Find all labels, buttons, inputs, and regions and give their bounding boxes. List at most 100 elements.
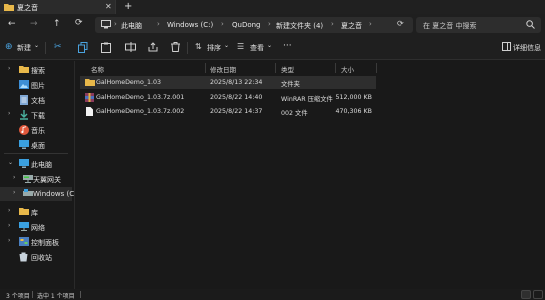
chevron-right-icon: ›: [157, 20, 160, 28]
copy-icon[interactable]: [78, 42, 88, 55]
downloads-icon: [19, 110, 29, 122]
up-icon[interactable]: ↑: [53, 19, 61, 29]
search-placeholder: 在 夏之音 中搜索: [423, 22, 477, 30]
network-drive-icon: [23, 174, 33, 185]
chevron-down-icon[interactable]: ⌄: [8, 159, 13, 166]
back-icon[interactable]: ←: [8, 19, 16, 29]
file-modified: 2025/8/22 14:37: [210, 108, 263, 115]
chevron-right-icon[interactable]: ›: [8, 222, 10, 229]
refresh-icon[interactable]: ⟳: [75, 18, 83, 28]
new-button[interactable]: 新建: [17, 43, 31, 53]
chevron-right-icon[interactable]: ›: [8, 207, 10, 214]
sidebar-item-label: 网络: [31, 224, 45, 232]
sort-icon: ⇅: [195, 42, 202, 51]
address-bar[interactable]: › 此电脑 › Windows (C:) › QuDong › 新建文件夹 (4…: [95, 17, 413, 33]
desktop-icon: [19, 140, 29, 151]
recycle-bin-icon: [19, 252, 28, 264]
sidebar-item-label: 音乐: [31, 127, 45, 135]
view-icon: ☰: [237, 42, 245, 51]
sidebar-item-pictures[interactable]: 图片: [0, 78, 72, 92]
winrar-archive-icon: [85, 93, 94, 104]
sidebar-item-library[interactable]: › 库: [0, 205, 72, 219]
column-header-name[interactable]: 名称: [91, 64, 104, 74]
sidebar-item-desktop[interactable]: 桌面: [0, 138, 72, 152]
search-icon: [526, 20, 535, 31]
sidebar-item-label: 回收站: [31, 254, 52, 262]
file-name: GalHomeDemo_1.03.7z.001: [96, 94, 185, 101]
sidebar-item-label: 控制面板: [31, 239, 59, 247]
more-options-button[interactable]: ···: [283, 41, 292, 51]
file-type: WinRAR 压缩文件: [281, 96, 333, 103]
sidebar-item-label: 库: [31, 209, 38, 217]
chevron-down-icon: ⌄: [34, 42, 40, 49]
paste-icon[interactable]: [101, 42, 111, 55]
divider: [4, 153, 68, 154]
sidebar-item-search[interactable]: › 搜索: [0, 63, 72, 77]
status-bar: 3 个项目 选中 1 个项目: [0, 289, 545, 300]
sidebar-item-windows-c[interactable]: › Windows (C: [0, 187, 74, 201]
sidebar-item-downloads[interactable]: › 下载: [0, 108, 72, 122]
share-icon[interactable]: [148, 42, 158, 54]
chevron-right-icon[interactable]: ›: [8, 110, 10, 117]
forward-icon[interactable]: →: [30, 19, 38, 29]
file-size: 512,000 KB: [335, 94, 373, 101]
close-icon[interactable]: ✕: [105, 2, 112, 11]
breadcrumb-item[interactable]: 夏之音: [341, 21, 362, 31]
file-type: 文件夹: [281, 81, 300, 88]
chevron-right-icon[interactable]: ›: [13, 189, 15, 196]
sidebar-item-this-pc[interactable]: ⌄ 此电脑: [0, 157, 72, 171]
details-view-icon[interactable]: [521, 290, 531, 299]
chevron-right-icon[interactable]: ›: [13, 174, 15, 181]
breadcrumb-item[interactable]: 新建文件夹 (4): [276, 21, 323, 31]
file-name: GalHomeDemo_1.03.7z.002: [96, 108, 185, 115]
documents-icon: [20, 95, 28, 107]
sort-button[interactable]: 排序: [207, 43, 221, 53]
sidebar-item-label: 搜索: [31, 67, 45, 75]
column-header-size[interactable]: 大小: [341, 64, 354, 74]
file-row[interactable]: GalHomeDemo_1.03.7z.002 2025/8/22 14:37 …: [80, 105, 376, 118]
sidebar-item-network[interactable]: › 网络: [0, 220, 72, 234]
chevron-right-icon: ›: [114, 20, 117, 28]
tiles-view-icon[interactable]: [533, 290, 543, 299]
chevron-right-icon[interactable]: ›: [8, 65, 10, 72]
sidebar-item-label: 桌面: [31, 142, 45, 150]
new-icon: ⊕: [5, 42, 13, 52]
breadcrumb-item[interactable]: QuDong: [232, 21, 261, 29]
file-icon: [86, 107, 93, 118]
sidebar-item-music[interactable]: 音乐: [0, 123, 72, 137]
column-header-modified[interactable]: 修改日期: [210, 64, 236, 74]
sidebar-item-documents[interactable]: 文档: [0, 93, 72, 107]
file-modified: 2025/8/13 22:34: [210, 79, 263, 86]
breadcrumb-item[interactable]: 此电脑: [121, 21, 142, 31]
sidebar-item-network-drive[interactable]: › 天翼网关: [0, 172, 72, 186]
sidebar-item-control-panel[interactable]: › 控制面板: [0, 235, 72, 249]
file-row[interactable]: GalHomeDemo_1.03.7z.001 2025/8/22 14:40 …: [80, 91, 376, 104]
chevron-right-icon[interactable]: ›: [8, 237, 10, 244]
cut-icon[interactable]: ✂: [54, 42, 62, 52]
pane-divider[interactable]: [74, 61, 75, 289]
plus-icon[interactable]: +: [124, 1, 132, 12]
refresh-icon[interactable]: ⟳: [397, 19, 404, 28]
chevron-right-icon: ›: [221, 20, 224, 28]
rename-icon[interactable]: [125, 42, 136, 54]
file-name: GalHomeDemo_1.03: [96, 79, 161, 86]
folder-icon: [4, 3, 14, 13]
computer-icon: [19, 159, 29, 170]
title-bar: 夏之音 ✕ +: [0, 0, 545, 14]
column-header-type[interactable]: 类型: [281, 64, 294, 74]
file-size: 470,306 KB: [335, 108, 373, 115]
search-input[interactable]: 在 夏之音 中搜索: [416, 17, 541, 33]
file-type: 002 文件: [281, 110, 308, 117]
chevron-right-icon: ›: [268, 20, 271, 28]
details-pane-icon: [502, 42, 511, 53]
sidebar-item-recycle-bin[interactable]: 回收站: [0, 250, 72, 264]
file-row[interactable]: GalHomeDemo_1.03 2025/8/13 22:34 文件夹: [80, 76, 376, 89]
view-button[interactable]: 查看: [250, 43, 264, 53]
tab-current[interactable]: 夏之音 ✕: [0, 0, 116, 14]
details-button[interactable]: 详细信息: [513, 43, 541, 53]
navigation-pane: › 搜索 图片 文档 › 下载 音乐 桌面 ⌄ 此电脑 › 天翼网关 › Win…: [0, 61, 74, 289]
breadcrumb-item[interactable]: Windows (C:): [167, 21, 213, 29]
tab-title: 夏之音: [17, 4, 38, 12]
delete-icon[interactable]: [171, 42, 180, 54]
sidebar-item-label: 天翼网关: [33, 176, 61, 184]
